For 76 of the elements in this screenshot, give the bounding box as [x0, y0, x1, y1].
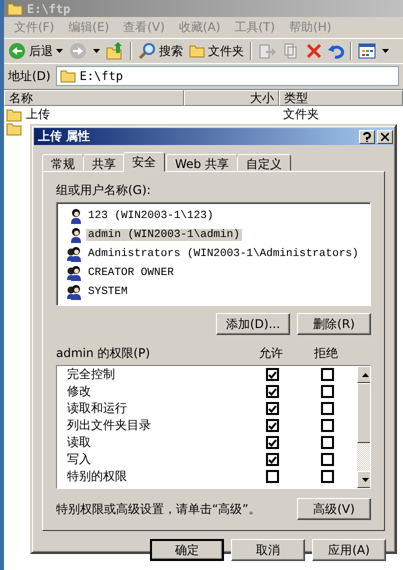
permission-name: 完全控制: [66, 366, 116, 383]
add-button[interactable]: 添加(D)...: [216, 313, 290, 335]
caret-icon[interactable]: [93, 49, 100, 53]
user-item[interactable]: 123 (WIN2003-1\123): [86, 210, 216, 222]
undo-icon[interactable]: [328, 43, 344, 59]
close-icon: [381, 132, 389, 140]
permission-name: 列出文件夹目录: [66, 417, 152, 434]
user-group-icon: [66, 246, 83, 262]
views-icon[interactable]: [358, 43, 376, 59]
user-item[interactable]: SYSTEM: [86, 286, 130, 298]
back-button[interactable]: 后退: [29, 42, 53, 60]
user-group-icon: [66, 284, 83, 300]
checkbox[interactable]: [320, 402, 334, 415]
dialog-button[interactable]: 取消: [231, 539, 305, 561]
checkbox[interactable]: [320, 470, 334, 483]
advanced-hint: 特别权限或高级设置，请单击“高级”。: [56, 500, 260, 518]
address-label: 地址(D): [8, 68, 51, 84]
dialog-button[interactable]: 应用(A): [312, 539, 386, 561]
permissions-label: admin 的权限(P): [56, 344, 152, 362]
permission-name: 写入: [66, 451, 92, 468]
user-item[interactable]: admin (WIN2003-1\admin): [86, 228, 242, 240]
checkbox[interactable]: [266, 368, 278, 381]
window-title: E:\ftp: [27, 2, 70, 16]
search-button[interactable]: 搜索: [159, 42, 183, 60]
user-item[interactable]: Administrators (WIN2003-1\Administrators): [86, 248, 361, 260]
folders-button[interactable]: 文件夹: [208, 42, 244, 60]
search-icon[interactable]: [138, 42, 156, 60]
scrollbar[interactable]: [357, 366, 370, 488]
checkbox[interactable]: [266, 453, 278, 466]
file-name[interactable]: 上传: [26, 106, 50, 123]
advanced-button[interactable]: 高级(V): [297, 498, 371, 520]
caret-icon[interactable]: [56, 49, 63, 53]
column-header[interactable]: 类型: [279, 90, 403, 106]
permission-name: 读取和运行: [66, 400, 128, 417]
checkbox[interactable]: [320, 385, 334, 398]
close-button[interactable]: [377, 130, 393, 144]
scroll-down-icon[interactable]: [362, 478, 369, 482]
user-item[interactable]: CREATOR OWNER: [86, 266, 176, 278]
tab[interactable]: Web 共享: [166, 154, 238, 171]
checkbox[interactable]: [320, 419, 334, 432]
folder-icon: [6, 122, 22, 136]
user-group-icon: [66, 264, 83, 280]
tab[interactable]: 自定义: [236, 154, 291, 171]
folder-icon: [60, 69, 76, 83]
column-header: 允许: [258, 344, 284, 362]
checkbox[interactable]: [266, 385, 278, 398]
users-label: 组或用户名称(G):: [56, 182, 152, 199]
caret-icon[interactable]: [382, 49, 389, 53]
dialog-title: 上传 属性: [38, 128, 92, 145]
checkbox[interactable]: [266, 419, 278, 432]
checkbox[interactable]: [320, 368, 334, 381]
folders-icon: [189, 44, 205, 58]
delete-icon[interactable]: [306, 43, 322, 59]
checkbox[interactable]: [266, 470, 278, 483]
folder-up-icon[interactable]: [106, 42, 124, 60]
scroll-up-icon[interactable]: [362, 372, 369, 376]
checkbox[interactable]: [320, 436, 334, 449]
file-type: 文件夹: [282, 106, 320, 123]
dialog-button[interactable]: 确定: [150, 539, 224, 561]
column-header[interactable]: 大小: [184, 90, 279, 106]
tab[interactable]: 共享: [83, 154, 125, 171]
checkbox[interactable]: [320, 453, 334, 466]
permission-name: 特别的权限: [66, 468, 128, 485]
permission-name: 读取: [66, 434, 92, 451]
remove-button[interactable]: 删除(R): [297, 313, 371, 335]
folder-icon: [7, 2, 23, 16]
checkbox[interactable]: [266, 436, 278, 449]
checkbox[interactable]: [266, 402, 278, 415]
permission-name: 修改: [66, 383, 92, 400]
help-icon: [363, 132, 371, 142]
column-header: 拒绝: [313, 344, 339, 362]
column-header[interactable]: 名称: [4, 90, 184, 106]
address-field[interactable]: E:\ftp: [56, 66, 399, 86]
tab[interactable]: 安全: [123, 152, 165, 172]
help-button[interactable]: [359, 130, 375, 144]
tab[interactable]: 常规: [42, 154, 84, 171]
